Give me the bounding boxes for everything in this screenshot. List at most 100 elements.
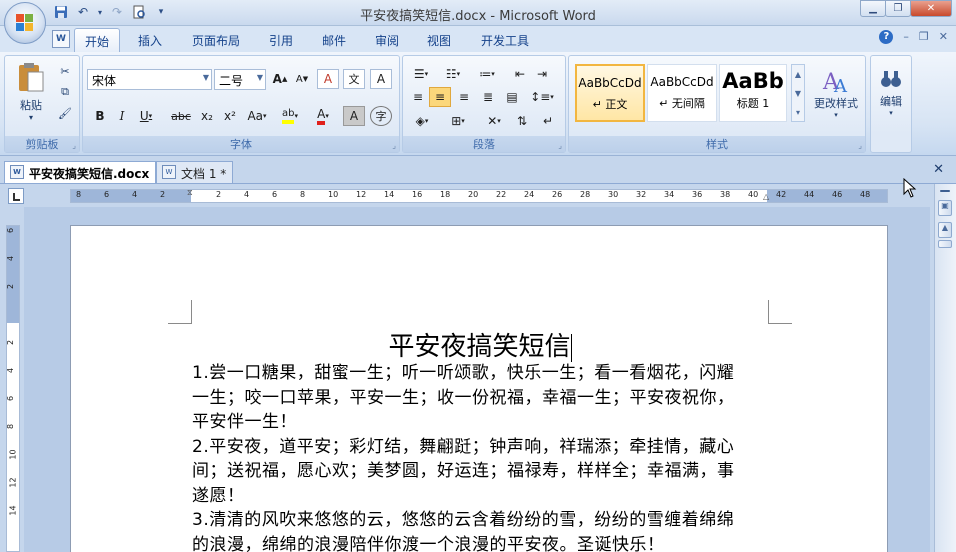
crop-mark-top-left	[168, 300, 192, 324]
font-color-button[interactable]: A ▾	[308, 106, 338, 126]
close-document-icon[interactable]: ✕	[933, 162, 944, 177]
justify-icon[interactable]: ≣	[477, 87, 499, 107]
enclose-characters-button[interactable]: 字	[370, 106, 392, 126]
phonetic-guide-button[interactable]: 文	[343, 69, 365, 89]
cut-icon[interactable]: ✂	[55, 62, 75, 80]
vertical-ruler[interactable]: 6 4 2 2 4 6 8 10 12 14	[6, 225, 20, 552]
minimize-icon[interactable]: ▁	[860, 0, 886, 17]
bold-button[interactable]: B	[89, 106, 111, 126]
ribbon-restore-icon[interactable]: ❐	[919, 30, 929, 44]
style-heading-1[interactable]: AaBb 标题 1	[719, 64, 787, 122]
ruler-tick-label: 34	[664, 190, 675, 199]
align-center-icon[interactable]: ≡	[429, 87, 451, 107]
ruler-tick-label: 4	[244, 190, 250, 199]
style-normal[interactable]: AaBbCcDd ↵ 正文	[575, 64, 645, 122]
scroll-up-icon[interactable]: ▲	[938, 222, 952, 238]
show-marks-icon[interactable]: ↵	[537, 111, 559, 131]
horizontal-ruler[interactable]: ⧖ △ 8 6 4 2 2 4 6 8 10 12 14 16 18 20 22 24 26 28 30 32 34 36…	[70, 188, 888, 203]
paste-button[interactable]: 粘贴 ▾	[13, 60, 49, 122]
indent-marker-icon[interactable]: ⧖	[187, 188, 193, 198]
clipboard-launcher-icon[interactable]: ⌟	[72, 141, 76, 150]
paragraph-group-label: 段落	[403, 136, 565, 152]
copy-icon[interactable]: ⧉	[55, 83, 75, 101]
multilevel-list-icon[interactable]: ≔ ▾	[473, 64, 501, 84]
editing-button[interactable]: 编辑 ▾	[873, 60, 909, 126]
italic-button[interactable]: I	[111, 106, 133, 126]
ruler-tick-label: 30	[608, 190, 619, 199]
help-icon[interactable]: ?	[879, 30, 894, 44]
style-no-spacing[interactable]: AaBbCcDd ↵ 无间隔	[647, 64, 717, 122]
tab-page-layout[interactable]: 页面布局	[182, 28, 250, 52]
character-shading-button[interactable]: A	[343, 106, 365, 126]
superscript-label: x²	[224, 109, 236, 123]
ruler-toggle-icon[interactable]: ▣	[938, 200, 952, 216]
body-line[interactable]: 2.平安夜，道平安；彩灯结，舞翩跹；钟声响，祥瑞添；牵挂情，藏心	[192, 435, 770, 460]
body-line[interactable]: 平安伴一生！	[192, 410, 770, 435]
bullets-icon[interactable]: ☰ ▾	[407, 64, 435, 84]
body-line[interactable]: 的浪漫，绵绵的浪漫陪伴你渡一个浪漫的平安夜。圣诞快乐！	[192, 533, 770, 552]
ribbon-close-icon[interactable]: ✕	[939, 30, 948, 44]
styles-launcher-icon[interactable]: ⌟	[858, 141, 862, 150]
strikethrough-button[interactable]: abc	[167, 106, 195, 126]
line-spacing-icon[interactable]: ↕≡ ▾	[527, 87, 557, 107]
align-left-icon[interactable]: ≡	[407, 87, 429, 107]
distributed-icon[interactable]: ▤	[501, 87, 523, 107]
office-button[interactable]	[4, 2, 46, 44]
close-icon[interactable]: ✕	[910, 0, 952, 17]
superscript-button[interactable]: x²	[219, 106, 241, 126]
grow-font-button[interactable]: A ▲	[269, 69, 291, 89]
tab-developer[interactable]: 开发工具	[471, 28, 539, 52]
highlight-button[interactable]: ab ▾	[275, 106, 305, 126]
change-case-button[interactable]: Aa ▾	[243, 106, 271, 126]
styles-gallery-scroll[interactable]: ▲ ▼ ▾	[791, 64, 805, 122]
numbering-icon[interactable]: ☷ ▾	[439, 64, 467, 84]
tab-view[interactable]: 视图	[417, 28, 461, 52]
enclose-characters-label: 字	[375, 110, 387, 123]
tab-home[interactable]: 开始	[74, 28, 121, 52]
restore-icon[interactable]: ❐	[885, 0, 911, 17]
tab-mailings[interactable]: 邮件	[312, 28, 356, 52]
body-line[interactable]: 遂愿！	[192, 484, 770, 509]
doc-tab-other[interactable]: W 文档 1 *	[156, 161, 234, 183]
document-page[interactable]: 平安夜搞笑短信 1.尝一口糖果，甜蜜一生；听一听颂歌，快乐一生；看一看烟花，闪耀…	[70, 225, 888, 552]
right-indent-marker-icon[interactable]: △	[763, 192, 769, 201]
body-line[interactable]: 1.尝一口糖果，甜蜜一生；听一听颂歌，快乐一生；看一看烟花，闪耀	[192, 361, 770, 386]
body-line[interactable]: 一生；咬一口苹果，平安一生；收一份祝福，幸福一生；平安夜祝你，	[192, 386, 770, 411]
paragraph-launcher-icon[interactable]: ⌟	[558, 141, 562, 150]
underline-button[interactable]: U ▾	[135, 106, 157, 126]
tab-selector-button[interactable]	[8, 188, 24, 204]
font-size-select[interactable]: 二号 ▼	[214, 69, 266, 90]
subscript-button[interactable]: x₂	[196, 106, 218, 126]
tab-insert[interactable]: 插入	[128, 28, 172, 52]
ribbon-minimize-icon[interactable]: –	[903, 30, 909, 44]
sort-icon[interactable]: ⇅	[511, 111, 533, 131]
chinese-layout-icon[interactable]: ✕ ▾	[479, 111, 509, 131]
font-launcher-icon[interactable]: ⌟	[392, 141, 396, 150]
borders-icon[interactable]: ⊞ ▾	[443, 111, 473, 131]
doc-tab-current[interactable]: W 平安夜搞笑短信.docx	[4, 161, 157, 183]
word-doc-icon: W	[10, 165, 24, 179]
vertical-scrollbar[interactable]: ▣ ▲	[934, 184, 956, 552]
tab-references[interactable]: 引用	[259, 28, 303, 52]
shading-icon[interactable]: ◈ ▾	[407, 111, 437, 131]
body-line[interactable]: 间；送祝福，愿心欢；美梦圆，好运连；福禄寿，样样全；幸福满，事	[192, 459, 770, 484]
document-title[interactable]: 平安夜搞笑短信	[71, 326, 889, 363]
ruler-tick-label: 16	[412, 190, 423, 199]
phonetic-guide-label: 文	[348, 73, 360, 86]
shrink-font-button[interactable]: A ▼	[291, 69, 313, 89]
document-workspace[interactable]: 平安夜搞笑短信 1.尝一口糖果，甜蜜一生；听一听颂歌，快乐一生；看一看烟花，闪耀…	[24, 207, 930, 552]
character-border-button[interactable]: A	[370, 69, 392, 89]
tab-review[interactable]: 审阅	[365, 28, 409, 52]
body-line[interactable]: 3.清清的风吹来悠悠的云，悠悠的云含着纷纷的雪，纷纷的雪缠着绵绵	[192, 508, 770, 533]
increase-indent-icon[interactable]: ⇥	[531, 64, 553, 84]
decrease-indent-icon[interactable]: ⇤	[509, 64, 531, 84]
align-right-icon[interactable]: ≡	[453, 87, 475, 107]
scroll-thumb[interactable]	[938, 240, 952, 248]
clear-format-button[interactable]: A	[317, 69, 339, 89]
format-painter-icon[interactable]: 🖌	[55, 104, 75, 122]
split-bar-icon[interactable]	[940, 190, 950, 192]
ruler-tick-label: 2	[160, 190, 166, 199]
ruler-tick-label: 4	[132, 190, 138, 199]
change-styles-button[interactable]: AA 更改样式 ▾	[809, 60, 863, 126]
font-name-select[interactable]: 宋体 ▼	[87, 69, 212, 90]
